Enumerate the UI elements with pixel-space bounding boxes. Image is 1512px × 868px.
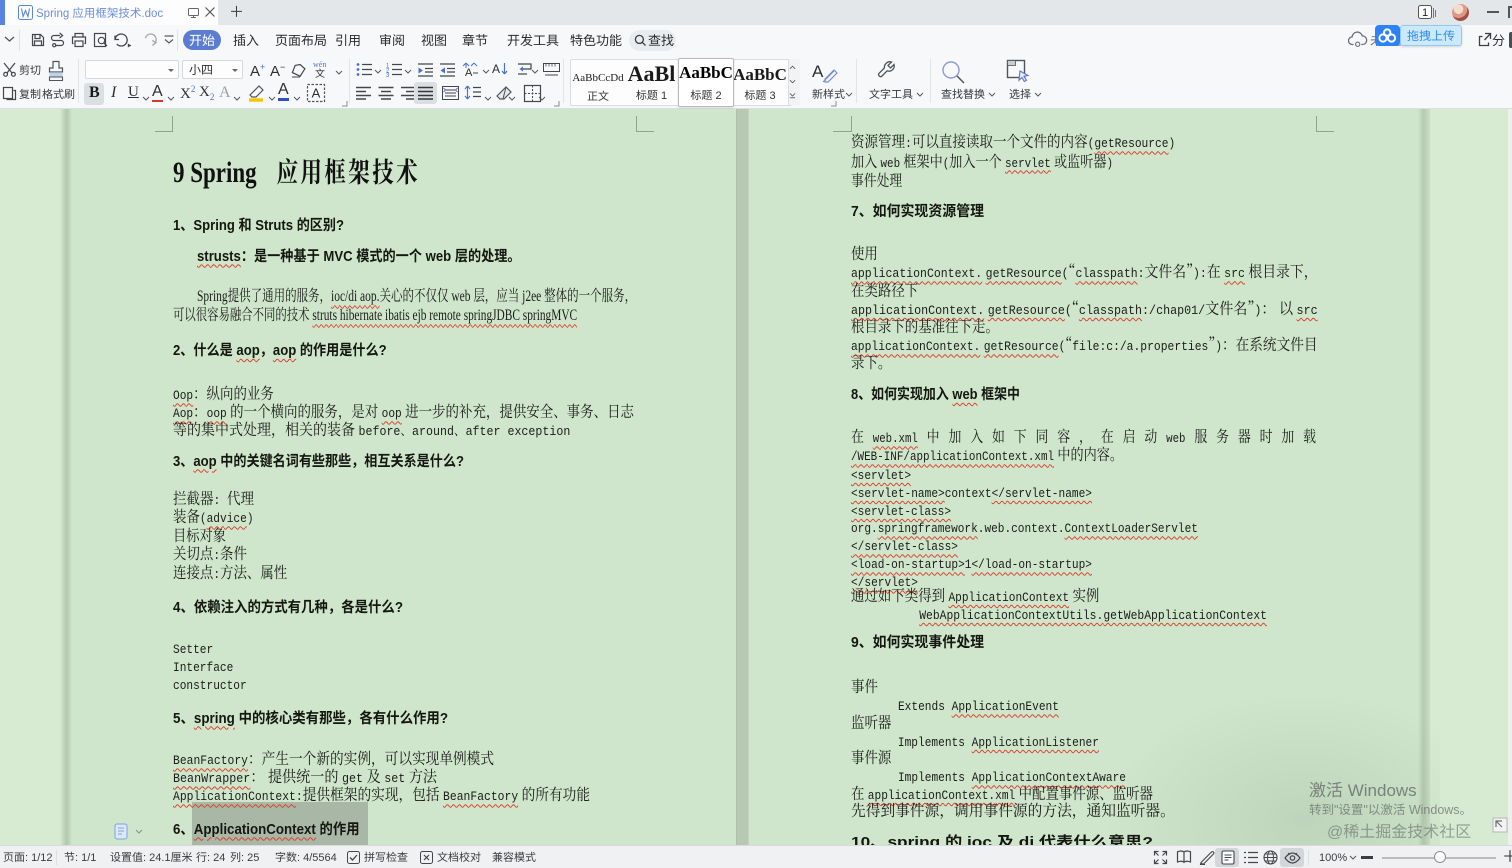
svg-text:A: A <box>465 67 473 77</box>
svg-text:A: A <box>312 86 321 101</box>
svg-text:1: 1 <box>1422 7 1428 19</box>
svg-text:3: 3 <box>386 73 390 77</box>
svg-text:A: A <box>492 62 500 76</box>
svg-text:A: A <box>812 62 824 81</box>
